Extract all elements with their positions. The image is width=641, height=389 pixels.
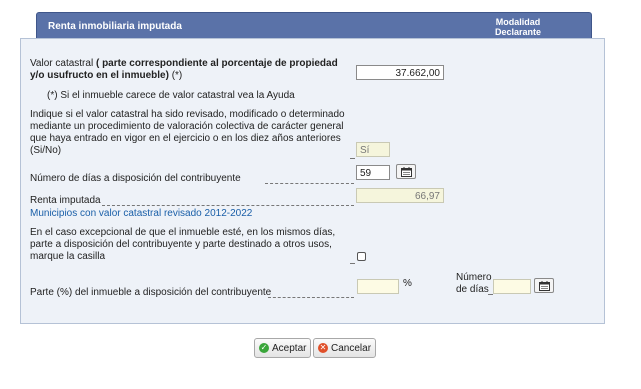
aceptar-button[interactable]: ✓ Aceptar bbox=[254, 338, 312, 358]
de-dias-label: de días bbox=[456, 284, 489, 295]
check-circle-icon: ✓ bbox=[259, 343, 269, 353]
calendar-button[interactable] bbox=[396, 164, 416, 179]
dias-label-text: Número de días a disposición del contrib… bbox=[30, 173, 241, 184]
revisado-input[interactable]: Sí bbox=[356, 142, 390, 157]
leader-dots bbox=[268, 296, 354, 298]
leader-dots bbox=[350, 157, 355, 159]
municipios-link[interactable]: Municipios con valor catastral revisado … bbox=[30, 208, 252, 220]
section-title: Renta inmobiliaria imputada bbox=[48, 21, 182, 32]
numero-label: Número bbox=[456, 272, 492, 283]
parte-percent-input[interactable] bbox=[357, 279, 399, 294]
modalidad-label: Modalidad bbox=[495, 17, 541, 27]
aceptar-label: Aceptar bbox=[272, 342, 307, 354]
leader-dots bbox=[102, 204, 354, 206]
cancelar-label: Cancelar bbox=[331, 342, 372, 354]
parte-label: Parte (%) del inmueble a disposición del… bbox=[30, 287, 272, 298]
leader-dots bbox=[265, 182, 354, 184]
valor-catastral-label: Valor catastral ( parte correspondiente … bbox=[30, 58, 350, 82]
valor-catastral-input[interactable]: 37.662,00 bbox=[356, 65, 444, 80]
revisado-label: Indique si el valor catastral ha sido re… bbox=[30, 109, 345, 156]
ayuda-note: (*) Si el inmueble carece de valor catas… bbox=[47, 90, 295, 101]
excepcional-label: En el caso excepcional de que el inmuebl… bbox=[30, 227, 336, 262]
dias-label: Número de días a disposición del contrib… bbox=[30, 173, 241, 185]
numero-dias-input[interactable] bbox=[493, 279, 531, 294]
numero-dias-label: Número de días bbox=[456, 272, 492, 296]
dias-input[interactable]: 59 bbox=[356, 165, 390, 180]
calendar-button-2[interactable] bbox=[534, 278, 554, 293]
calendar-icon bbox=[538, 280, 550, 291]
modalidad-column-header: Modalidad Declarante bbox=[495, 17, 541, 37]
percent-sign: % bbox=[403, 278, 412, 289]
cancel-circle-icon: ✕ bbox=[318, 343, 328, 353]
cancelar-button[interactable]: ✕ Cancelar bbox=[313, 338, 377, 358]
renta-label: Renta imputada bbox=[30, 195, 101, 206]
calendar-icon bbox=[400, 166, 412, 177]
valor-catastral-label-suffix: (*) bbox=[171, 70, 183, 81]
declarante-label: Declarante bbox=[494, 27, 541, 37]
leader-dots bbox=[350, 262, 355, 264]
section-header: Renta inmobiliaria imputada Modalidad De… bbox=[36, 12, 592, 40]
excepcional-checkbox[interactable] bbox=[357, 252, 366, 261]
renta-imputada-output: 66,97 bbox=[356, 188, 444, 203]
valor-catastral-label-prefix: Valor catastral bbox=[30, 58, 94, 69]
